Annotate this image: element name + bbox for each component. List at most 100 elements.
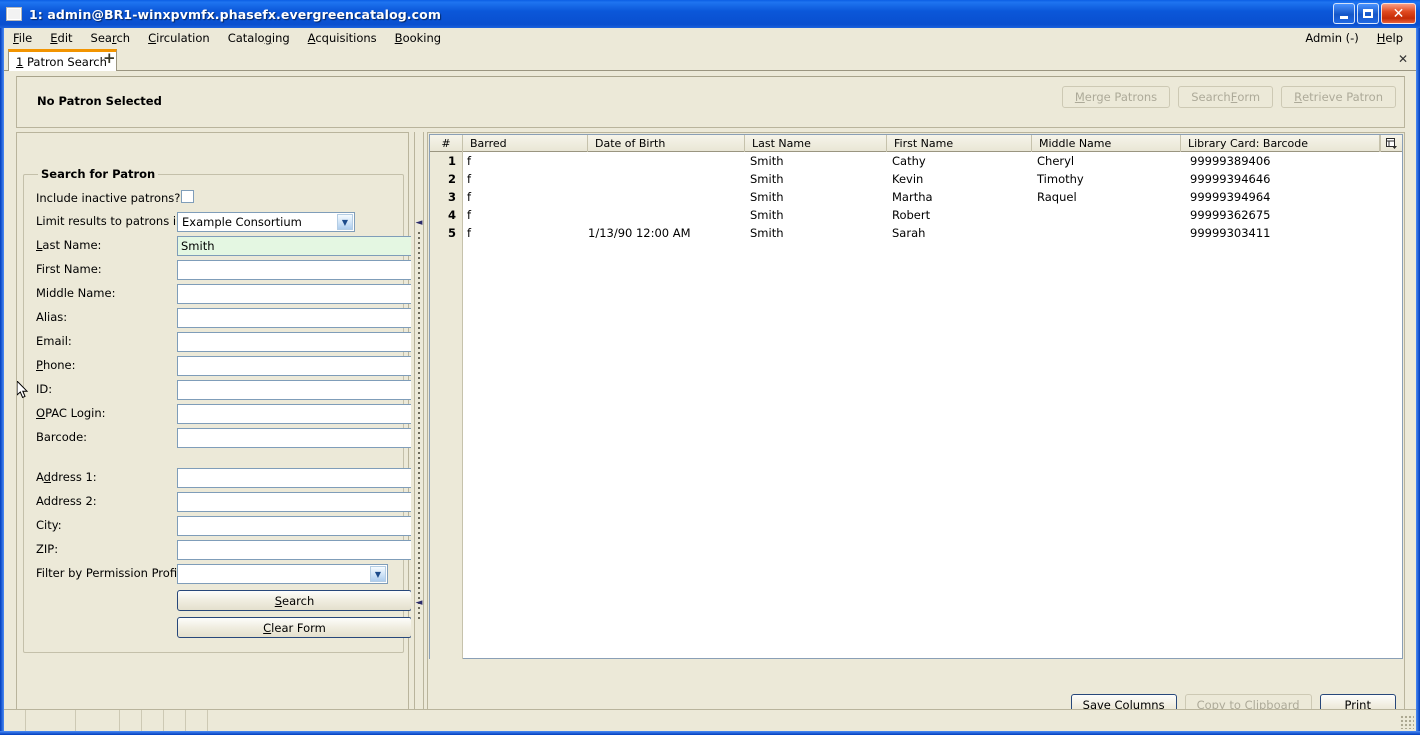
- cell-first: Martha: [892, 190, 933, 204]
- menu-cataloging[interactable]: Cataloging: [219, 29, 299, 47]
- menu-circulation[interactable]: Circulation: [139, 29, 219, 47]
- address-1-input[interactable]: [177, 468, 413, 488]
- search-button[interactable]: Search: [177, 590, 412, 611]
- tab-label: Patron Search: [26, 55, 107, 69]
- menu-search[interactable]: Search: [82, 29, 140, 47]
- cell-barred: f: [467, 172, 472, 186]
- last-name-input[interactable]: [177, 236, 413, 256]
- cell-dob: 1/13/90 12:00 AM: [588, 226, 691, 240]
- tab-number: 1: [16, 55, 24, 69]
- cell-last: Smith: [750, 190, 784, 204]
- menu-edit[interactable]: Edit: [41, 29, 81, 47]
- status-cell-6: [186, 710, 208, 731]
- column-header-date-of-birth[interactable]: Date of Birth: [588, 134, 745, 152]
- menu-admin[interactable]: Admin (-): [1296, 29, 1367, 47]
- column-header-last-name[interactable]: Last Name: [745, 134, 887, 152]
- label-opac-login: OPAC Login:: [36, 406, 106, 420]
- menu-edit-label: dit: [57, 31, 73, 45]
- menu-booking[interactable]: Booking: [386, 29, 450, 47]
- menu-help[interactable]: Help: [1368, 29, 1412, 47]
- search-form-button[interactable]: Search Form: [1178, 86, 1274, 108]
- cell-num: 2: [447, 172, 456, 186]
- minimize-button[interactable]: [1333, 3, 1355, 24]
- cell-barcode: 99999394646: [1190, 172, 1271, 186]
- splitter-grip[interactable]: [418, 232, 420, 622]
- label-alias: Alias:: [36, 310, 68, 324]
- close-button[interactable]: ✕: [1381, 3, 1416, 24]
- client-area: File Edit Search Circulation Cataloging …: [4, 28, 1416, 731]
- table-row[interactable]: 4 f Smith Robert 99999362675: [430, 206, 1402, 224]
- status-cell-4: [142, 710, 164, 731]
- label-address-1: Address 1:: [36, 470, 97, 484]
- cell-first: Cathy: [892, 154, 926, 168]
- cell-barcode: 99999303411: [1190, 226, 1271, 240]
- menu-file-label: ile: [18, 31, 33, 45]
- opac-login-input[interactable]: [177, 404, 413, 424]
- column-header-barred[interactable]: Barred: [463, 134, 588, 152]
- cell-barcode: 99999389406: [1190, 154, 1271, 168]
- window-border-bottom: [0, 731, 1420, 735]
- cell-num: 4: [447, 208, 456, 222]
- window-border-right: [1416, 28, 1420, 735]
- first-name-input[interactable]: [177, 260, 413, 280]
- cell-barcode: 99999394964: [1190, 190, 1271, 204]
- application-window: 1: admin@BR1-winxpvmfx.phasefx.evergreen…: [0, 0, 1420, 735]
- cell-last: Smith: [750, 208, 784, 222]
- chevron-down-icon: ▼: [337, 214, 353, 230]
- alias-input[interactable]: [177, 308, 413, 328]
- new-tab-button[interactable]: +: [103, 51, 116, 66]
- menu-file[interactable]: File: [4, 29, 41, 47]
- retrieve-patron-button[interactable]: Retrieve Patron: [1281, 86, 1396, 108]
- status-cell-0: [4, 710, 26, 731]
- org-unit-select[interactable]: Example Consortium ▼: [177, 212, 355, 232]
- cell-first: Sarah: [892, 226, 926, 240]
- permission-profile-select[interactable]: ▼: [177, 564, 388, 584]
- table-row[interactable]: 3 f Smith Martha Raquel 99999394964: [430, 188, 1402, 206]
- cell-barred: f: [467, 208, 472, 222]
- search-group-legend: Search for Patron: [38, 167, 159, 181]
- email-input[interactable]: [177, 332, 413, 352]
- label-address-2: Address 2:: [36, 494, 97, 508]
- label-middle-name: Middle Name:: [36, 286, 116, 300]
- cell-barred: f: [467, 154, 472, 168]
- table-row[interactable]: 2 f Smith Kevin Timothy 99999394646: [430, 170, 1402, 188]
- cell-middle: Timothy: [1037, 172, 1084, 186]
- cell-num: 5: [447, 226, 456, 240]
- splitter-collapse-left-icon[interactable]: ◄: [415, 218, 423, 228]
- splitter-collapse-right-icon[interactable]: ◄: [415, 598, 423, 608]
- resize-grip-icon[interactable]: [1400, 715, 1414, 729]
- status-cell-5: [164, 710, 186, 731]
- cell-barred: f: [467, 190, 472, 204]
- cell-num: 3: [447, 190, 456, 204]
- clear-form-button[interactable]: Clear Form: [177, 617, 412, 638]
- column-header-library-card-barcode[interactable]: Library Card: Barcode: [1181, 134, 1380, 152]
- menu-acquisitions[interactable]: Acquisitions: [299, 29, 386, 47]
- main-split-area: Search for Patron Include inactive patro…: [16, 132, 1405, 724]
- maximize-button[interactable]: [1357, 3, 1379, 24]
- address-2-input[interactable]: [177, 492, 413, 512]
- middle-name-input[interactable]: [177, 284, 413, 304]
- tab-patron-search[interactable]: 1 Patron Search: [8, 49, 117, 71]
- zip-input[interactable]: [177, 540, 413, 560]
- column-picker-icon[interactable]: [1380, 135, 1402, 152]
- label-barcode: Barcode:: [36, 430, 88, 444]
- results-column-headers: # Barred Date of Birth Last Name First N…: [430, 134, 1402, 152]
- cell-barred: f: [467, 226, 472, 240]
- column-header-number[interactable]: #: [430, 134, 463, 152]
- column-header-middle-name[interactable]: Middle Name: [1032, 134, 1181, 152]
- table-row[interactable]: 5 f 1/13/90 12:00 AM Smith Sarah 99999303411: [430, 224, 1402, 242]
- column-header-first-name[interactable]: First Name: [887, 134, 1032, 152]
- label-email: Email:: [36, 334, 72, 348]
- window-controls: ✕: [1333, 3, 1416, 24]
- merge-patrons-button[interactable]: Merge Patrons: [1061, 86, 1171, 108]
- city-input[interactable]: [177, 516, 413, 536]
- patron-summary-header: No Patron Selected Merge Patrons Search …: [16, 76, 1405, 128]
- cell-middle: Cheryl: [1037, 154, 1075, 168]
- table-row[interactable]: 1 f Smith Cathy Cheryl 99999389406: [430, 152, 1402, 170]
- phone-input[interactable]: [177, 356, 413, 376]
- close-tab-button[interactable]: ✕: [1398, 52, 1408, 66]
- include-inactive-checkbox[interactable]: [181, 190, 194, 203]
- panel-splitter[interactable]: ◄ ◄: [411, 132, 427, 724]
- barcode-input[interactable]: [177, 428, 413, 448]
- id-input[interactable]: [177, 380, 413, 400]
